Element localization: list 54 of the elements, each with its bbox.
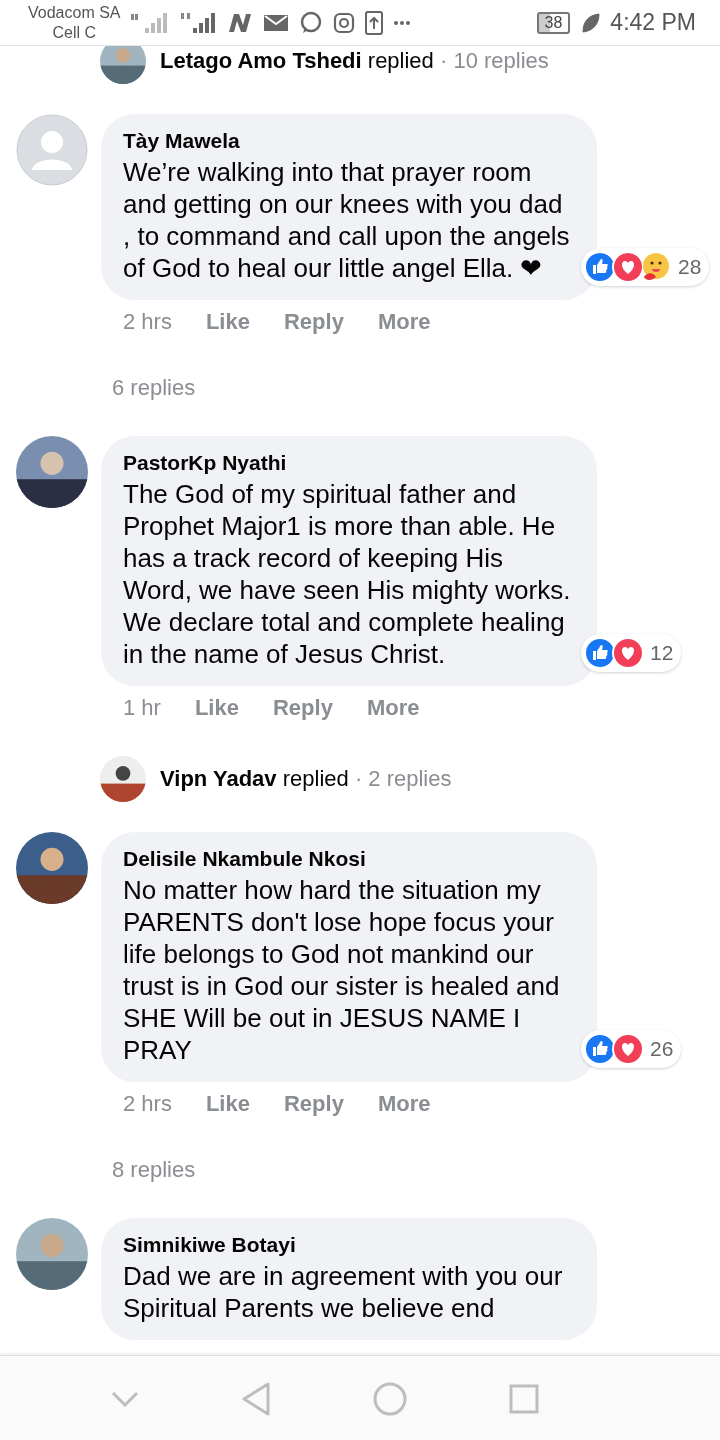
reaction-badge[interactable]: 26 <box>581 1030 682 1068</box>
heart-reaction-icon <box>612 251 644 283</box>
avatar-placeholder-icon <box>16 114 88 186</box>
action-link[interactable]: Like <box>194 695 239 721</box>
reaction-count: 12 <box>650 641 674 665</box>
like-reaction-icon <box>584 251 616 283</box>
camera-icon <box>332 11 355 34</box>
author-name[interactable]: Simnikiwe Botayi <box>123 1230 575 1260</box>
comment-text: Dad we are in agreement with you our Spiritual Parents we believe end <box>123 1260 564 1324</box>
view-replies-link[interactable]: 8 replies <box>112 1148 196 1192</box>
reaction-count: 26 <box>650 1037 674 1061</box>
carrier-name: Cell C <box>52 22 97 43</box>
reaction-count: 28 <box>678 255 702 279</box>
back-icon <box>241 1381 271 1416</box>
action-link[interactable]: More <box>377 1091 431 1117</box>
upload-icon <box>364 10 383 35</box>
reply-summary[interactable]: Vipn Yadav replied · 2 replies <box>160 766 452 792</box>
heart-reaction-icon <box>612 637 644 669</box>
action-link[interactable]: Reply <box>272 695 333 721</box>
mail-icon <box>262 12 289 33</box>
reaction-badge[interactable]: 28 <box>581 248 710 286</box>
hugging-face-reaction-icon <box>640 251 672 283</box>
reaction-badge[interactable]: 12 <box>581 634 682 672</box>
comment-time: 2 hrs <box>123 309 172 335</box>
comment-time: 1 hr <box>123 695 161 721</box>
action-link[interactable]: Reply <box>283 309 344 335</box>
comment-text: The God of my spiritual father and Prophet Major1 is more than able. He has a track record of keeping His Word, we have seen His mighty works. We declare total and complete healing in the name of Jesus Christ. <box>123 478 572 670</box>
chevron-down-icon <box>111 1390 139 1407</box>
n-logo-icon <box>226 11 253 34</box>
comment-time: 2 hrs <box>123 1091 172 1117</box>
leaf-icon <box>580 11 601 34</box>
reply-summary[interactable]: Letago Amo Tshedi replied · 10 replies <box>160 48 549 74</box>
action-link[interactable]: More <box>366 695 420 721</box>
action-link[interactable]: Like <box>205 309 250 335</box>
comment-text: We’re walking into that prayer room and getting on our knees with you dad , to command and call upon the angels of God to heal our little angel Ella. ❤ <box>123 156 571 284</box>
like-reaction-icon <box>584 1033 616 1065</box>
more-icon <box>392 19 411 26</box>
carrier-name: Vodacom SA <box>28 2 121 23</box>
recents-icon <box>509 1383 539 1414</box>
author-name[interactable]: PastorKp Nyathi <box>123 448 575 478</box>
action-link[interactable]: Like <box>205 1091 250 1117</box>
author-name[interactable]: Delisile Nkambule Nkosi <box>123 844 575 874</box>
author-name[interactable]: Tày Mawela <box>123 126 575 156</box>
action-link[interactable]: More <box>377 309 431 335</box>
chat-bubble-icon <box>298 10 323 35</box>
home-icon <box>373 1381 407 1416</box>
clock-time: 4:42 PM <box>610 9 696 36</box>
comment-text: No matter how hard the situation my PARENTS don't lose hope focus your life belongs to God not mankind our trust is in God our sister is healed and SHE Will be out in JESUS NAME I PRAY <box>123 874 561 1066</box>
view-replies-link[interactable]: 6 replies <box>112 366 196 410</box>
action-link[interactable]: Reply <box>283 1091 344 1117</box>
battery-level: 38 <box>536 11 571 34</box>
signal-icon <box>180 10 217 35</box>
heart-reaction-icon <box>612 1033 644 1065</box>
like-reaction-icon <box>584 637 616 669</box>
